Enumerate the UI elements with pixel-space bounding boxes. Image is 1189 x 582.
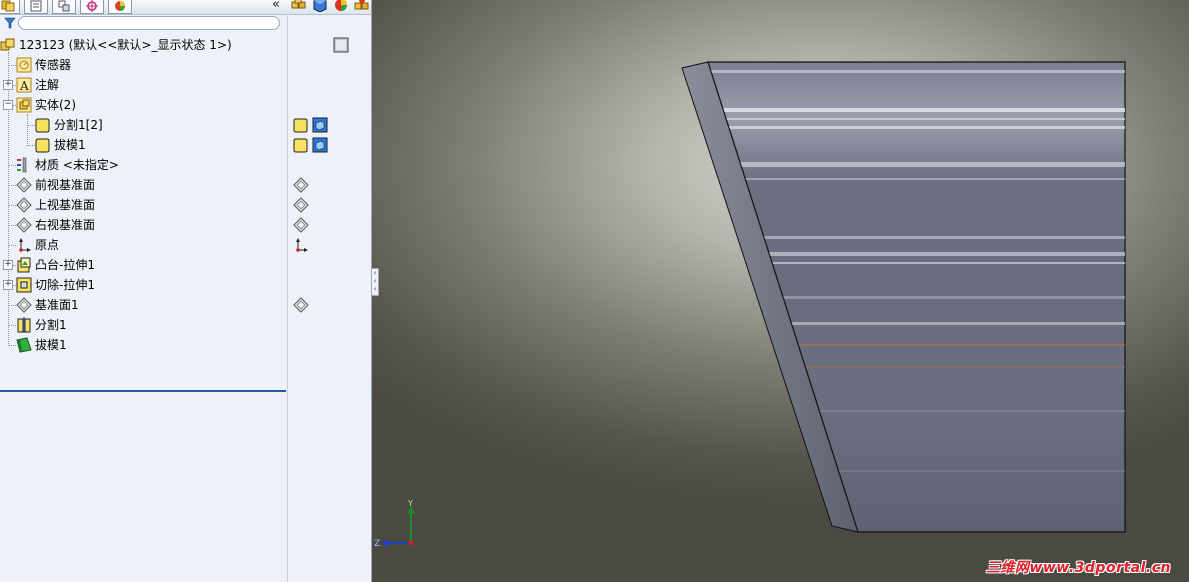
tab-dimxpertmanager[interactable] (80, 0, 104, 14)
split-icon (16, 317, 32, 333)
plane-visibility-icon[interactable] (293, 297, 309, 313)
part-model[interactable] (372, 0, 1189, 582)
tree-item-label: 前视基准面 (35, 178, 96, 192)
body-icon (35, 117, 51, 133)
tree-item-plane1[interactable]: 基准面1 (16, 295, 302, 315)
tree-item-origin[interactable]: 原点 (16, 235, 302, 255)
tree-item-draft1[interactable]: 拔模1 (16, 335, 302, 355)
graphics-viewport[interactable] (372, 0, 1189, 582)
featuremanager-icon (1, 0, 15, 11)
draft-icon (16, 337, 32, 353)
filter-input[interactable] (18, 16, 280, 30)
manager-tabs: « (0, 0, 371, 15)
tree-item-label: 拔模1 (54, 138, 86, 152)
display-pane (287, 14, 371, 582)
tree-item-body-split[interactable]: 分割1[2] (35, 115, 321, 135)
material-icon (16, 157, 32, 173)
expand-cut-extrude-toggle[interactable]: + (3, 280, 13, 290)
tree-item-body-draft[interactable]: 拔模1 (35, 135, 321, 155)
tab-displaymanager[interactable] (108, 0, 132, 14)
collapse-solid-bodies-toggle[interactable]: − (3, 100, 13, 110)
watermark-text: 三维网www.3dportal.cn (985, 560, 1171, 576)
solid-bodies-icon (16, 97, 32, 113)
tree-item-label: 基准面1 (35, 298, 79, 312)
tree-item-split1[interactable]: 分割1 (16, 315, 302, 335)
reference-triad: Y Z (374, 499, 415, 549)
tree-item-label: 切除-拉伸1 (35, 278, 95, 292)
tree-item-label: 原点 (35, 238, 60, 252)
rollback-bar[interactable] (0, 390, 286, 392)
triad-z-label: Z (374, 539, 380, 549)
tab-configurationmanager[interactable] (52, 0, 76, 14)
tree-item-right-plane[interactable]: 右视基准面 (16, 215, 302, 235)
tree-item-label: 分割1[2] (54, 118, 103, 132)
displaymanager-icon (115, 0, 125, 11)
plane-icon (16, 177, 32, 193)
plane-icon (16, 217, 32, 233)
tree-item-annotations[interactable]: A 注解 (16, 75, 302, 95)
configurationmanager-icon (58, 0, 70, 11)
dimxpert-icon (86, 0, 98, 12)
svg-text:A: A (19, 79, 29, 93)
body-icon (35, 137, 51, 153)
plane-icon (16, 197, 32, 213)
body-appearance-icon[interactable] (312, 137, 328, 153)
body-appearance-icon[interactable] (312, 117, 328, 133)
feature-tree: + − + + 123123 (默认<<默认>_显示状态 1>) 传感器 A 注… (0, 34, 286, 582)
plane-visibility-icon[interactable] (293, 177, 309, 193)
tree-item-cut-extrude[interactable]: 切除-拉伸1 (16, 275, 302, 295)
tree-item-solid-bodies[interactable]: 实体(2) (16, 95, 302, 115)
display-mode-icon[interactable] (311, 0, 329, 12)
tab-featuremanager[interactable] (0, 0, 20, 14)
triad-y-label: Y (407, 499, 413, 508)
body-display-icon[interactable] (293, 117, 309, 133)
tab-propertymanager[interactable] (24, 0, 48, 14)
annotation-icon: A (16, 77, 32, 93)
tree-item-material[interactable]: 材质 <未指定> (16, 155, 302, 175)
tree-item-label: 材质 <未指定> (35, 158, 119, 172)
boss-extrude-icon (16, 257, 32, 273)
tree-item-label: 上视基准面 (35, 198, 96, 212)
assembly-display-icon[interactable] (290, 0, 308, 12)
tree-item-label: 凸台-拉伸1 (35, 258, 95, 272)
tree-item-label: 拔模1 (35, 338, 67, 352)
cut-extrude-icon (16, 277, 32, 293)
tree-item-label: 右视基准面 (35, 218, 96, 232)
tree-item-label: 传感器 (35, 58, 72, 72)
part-appearance-icon[interactable] (333, 37, 349, 53)
sensor-icon (16, 57, 32, 73)
propertymanager-icon (30, 0, 42, 11)
tree-item-top-plane[interactable]: 上视基准面 (16, 195, 302, 215)
part-icon (0, 37, 16, 53)
tree-item-label: 实体(2) (35, 98, 76, 112)
tree-item-label: 注解 (35, 78, 60, 92)
origin-visibility-icon[interactable] (293, 237, 309, 253)
plane-visibility-icon[interactable] (293, 217, 309, 233)
body-display-icon[interactable] (293, 137, 309, 153)
tree-root-part[interactable]: 123123 (默认<<默认>_显示状态 1>) (0, 35, 286, 55)
tree-item-front-plane[interactable]: 前视基准面 (16, 175, 302, 195)
expand-boss-extrude-toggle[interactable]: + (3, 260, 13, 270)
origin-icon (16, 237, 32, 253)
feature-manager-panel: « + − + + 123123 (默认<<默认>_显示状态 1>) 传感器 A… (0, 0, 372, 582)
appearance-icon[interactable] (332, 0, 350, 12)
panel-splitter-handle[interactable]: ‹ ‹ ‹ (372, 268, 379, 296)
tree-item-boss-extrude[interactable]: 凸台-拉伸1 (16, 255, 302, 275)
plane-icon (16, 297, 32, 313)
tree-item-label: 分割1 (35, 318, 67, 332)
tree-item-sensors[interactable]: 传感器 (16, 55, 302, 75)
tree-root-label: 123123 (默认<<默认>_显示状态 1>) (19, 38, 232, 52)
scene-icon[interactable] (353, 0, 371, 12)
filter-icon[interactable] (4, 17, 16, 29)
expand-annotations-toggle[interactable]: + (3, 80, 13, 90)
collapse-panel-button[interactable]: « (272, 0, 280, 12)
filter-bar (0, 15, 286, 33)
plane-visibility-icon[interactable] (293, 197, 309, 213)
